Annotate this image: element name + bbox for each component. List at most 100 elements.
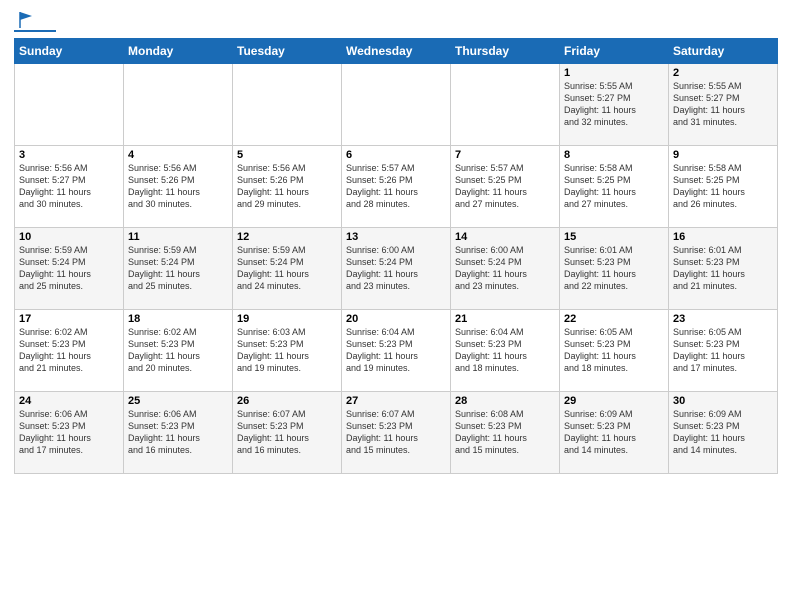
day-number: 3 — [19, 149, 119, 161]
day-number: 7 — [455, 149, 555, 161]
day-number: 17 — [19, 313, 119, 325]
logo — [14, 10, 56, 32]
calendar-cell: 18Sunrise: 6:02 AM Sunset: 5:23 PM Dayli… — [124, 310, 233, 392]
day-info: Sunrise: 6:04 AM Sunset: 5:23 PM Dayligh… — [346, 326, 446, 375]
day-info: Sunrise: 6:06 AM Sunset: 5:23 PM Dayligh… — [128, 408, 228, 457]
calendar-cell: 22Sunrise: 6:05 AM Sunset: 5:23 PM Dayli… — [560, 310, 669, 392]
week-row-3: 10Sunrise: 5:59 AM Sunset: 5:24 PM Dayli… — [15, 228, 778, 310]
calendar-cell: 6Sunrise: 5:57 AM Sunset: 5:26 PM Daylig… — [342, 146, 451, 228]
page-container: SundayMondayTuesdayWednesdayThursdayFrid… — [0, 0, 792, 482]
calendar-cell: 29Sunrise: 6:09 AM Sunset: 5:23 PM Dayli… — [560, 392, 669, 474]
weekday-header-friday: Friday — [560, 39, 669, 64]
weekday-header-monday: Monday — [124, 39, 233, 64]
day-info: Sunrise: 6:06 AM Sunset: 5:23 PM Dayligh… — [19, 408, 119, 457]
day-info: Sunrise: 6:09 AM Sunset: 5:23 PM Dayligh… — [673, 408, 773, 457]
day-number: 11 — [128, 231, 228, 243]
day-number: 28 — [455, 395, 555, 407]
day-number: 29 — [564, 395, 664, 407]
header — [14, 10, 778, 32]
calendar-cell: 27Sunrise: 6:07 AM Sunset: 5:23 PM Dayli… — [342, 392, 451, 474]
calendar-cell: 28Sunrise: 6:08 AM Sunset: 5:23 PM Dayli… — [451, 392, 560, 474]
day-info: Sunrise: 5:56 AM Sunset: 5:26 PM Dayligh… — [237, 162, 337, 211]
day-info: Sunrise: 5:55 AM Sunset: 5:27 PM Dayligh… — [564, 80, 664, 129]
calendar-cell: 19Sunrise: 6:03 AM Sunset: 5:23 PM Dayli… — [233, 310, 342, 392]
day-info: Sunrise: 6:02 AM Sunset: 5:23 PM Dayligh… — [19, 326, 119, 375]
calendar-cell: 12Sunrise: 5:59 AM Sunset: 5:24 PM Dayli… — [233, 228, 342, 310]
calendar-cell: 26Sunrise: 6:07 AM Sunset: 5:23 PM Dayli… — [233, 392, 342, 474]
week-row-2: 3Sunrise: 5:56 AM Sunset: 5:27 PM Daylig… — [15, 146, 778, 228]
day-number: 5 — [237, 149, 337, 161]
day-number: 30 — [673, 395, 773, 407]
week-row-1: 1Sunrise: 5:55 AM Sunset: 5:27 PM Daylig… — [15, 64, 778, 146]
week-row-4: 17Sunrise: 6:02 AM Sunset: 5:23 PM Dayli… — [15, 310, 778, 392]
day-info: Sunrise: 6:01 AM Sunset: 5:23 PM Dayligh… — [673, 244, 773, 293]
calendar-cell: 21Sunrise: 6:04 AM Sunset: 5:23 PM Dayli… — [451, 310, 560, 392]
day-info: Sunrise: 6:01 AM Sunset: 5:23 PM Dayligh… — [564, 244, 664, 293]
calendar-cell: 16Sunrise: 6:01 AM Sunset: 5:23 PM Dayli… — [669, 228, 778, 310]
weekday-header-saturday: Saturday — [669, 39, 778, 64]
logo-flag-icon — [16, 10, 34, 28]
day-number: 16 — [673, 231, 773, 243]
calendar-cell: 13Sunrise: 6:00 AM Sunset: 5:24 PM Dayli… — [342, 228, 451, 310]
weekday-header-row: SundayMondayTuesdayWednesdayThursdayFrid… — [15, 39, 778, 64]
calendar-table: SundayMondayTuesdayWednesdayThursdayFrid… — [14, 38, 778, 474]
day-number: 2 — [673, 67, 773, 79]
day-number: 10 — [19, 231, 119, 243]
calendar-cell: 9Sunrise: 5:58 AM Sunset: 5:25 PM Daylig… — [669, 146, 778, 228]
day-info: Sunrise: 6:09 AM Sunset: 5:23 PM Dayligh… — [564, 408, 664, 457]
calendar-cell: 25Sunrise: 6:06 AM Sunset: 5:23 PM Dayli… — [124, 392, 233, 474]
day-number: 24 — [19, 395, 119, 407]
day-info: Sunrise: 5:55 AM Sunset: 5:27 PM Dayligh… — [673, 80, 773, 129]
week-row-5: 24Sunrise: 6:06 AM Sunset: 5:23 PM Dayli… — [15, 392, 778, 474]
day-number: 8 — [564, 149, 664, 161]
day-number: 14 — [455, 231, 555, 243]
day-number: 20 — [346, 313, 446, 325]
day-info: Sunrise: 5:57 AM Sunset: 5:25 PM Dayligh… — [455, 162, 555, 211]
calendar-cell: 2Sunrise: 5:55 AM Sunset: 5:27 PM Daylig… — [669, 64, 778, 146]
day-number: 21 — [455, 313, 555, 325]
weekday-header-tuesday: Tuesday — [233, 39, 342, 64]
calendar-cell: 7Sunrise: 5:57 AM Sunset: 5:25 PM Daylig… — [451, 146, 560, 228]
day-number: 22 — [564, 313, 664, 325]
day-number: 19 — [237, 313, 337, 325]
day-number: 9 — [673, 149, 773, 161]
day-info: Sunrise: 6:05 AM Sunset: 5:23 PM Dayligh… — [564, 326, 664, 375]
day-info: Sunrise: 5:56 AM Sunset: 5:26 PM Dayligh… — [128, 162, 228, 211]
day-info: Sunrise: 5:58 AM Sunset: 5:25 PM Dayligh… — [673, 162, 773, 211]
calendar-cell: 3Sunrise: 5:56 AM Sunset: 5:27 PM Daylig… — [15, 146, 124, 228]
day-number: 18 — [128, 313, 228, 325]
day-number: 6 — [346, 149, 446, 161]
day-info: Sunrise: 6:07 AM Sunset: 5:23 PM Dayligh… — [237, 408, 337, 457]
day-info: Sunrise: 5:59 AM Sunset: 5:24 PM Dayligh… — [128, 244, 228, 293]
day-number: 25 — [128, 395, 228, 407]
day-info: Sunrise: 5:59 AM Sunset: 5:24 PM Dayligh… — [237, 244, 337, 293]
calendar-cell: 30Sunrise: 6:09 AM Sunset: 5:23 PM Dayli… — [669, 392, 778, 474]
day-info: Sunrise: 5:59 AM Sunset: 5:24 PM Dayligh… — [19, 244, 119, 293]
day-number: 1 — [564, 67, 664, 79]
calendar-cell — [342, 64, 451, 146]
day-number: 12 — [237, 231, 337, 243]
day-info: Sunrise: 6:00 AM Sunset: 5:24 PM Dayligh… — [455, 244, 555, 293]
day-number: 23 — [673, 313, 773, 325]
day-info: Sunrise: 6:05 AM Sunset: 5:23 PM Dayligh… — [673, 326, 773, 375]
calendar-cell: 5Sunrise: 5:56 AM Sunset: 5:26 PM Daylig… — [233, 146, 342, 228]
calendar-cell: 23Sunrise: 6:05 AM Sunset: 5:23 PM Dayli… — [669, 310, 778, 392]
day-number: 4 — [128, 149, 228, 161]
calendar-cell: 24Sunrise: 6:06 AM Sunset: 5:23 PM Dayli… — [15, 392, 124, 474]
calendar-cell — [15, 64, 124, 146]
calendar-cell — [451, 64, 560, 146]
day-info: Sunrise: 6:08 AM Sunset: 5:23 PM Dayligh… — [455, 408, 555, 457]
day-number: 13 — [346, 231, 446, 243]
day-info: Sunrise: 6:04 AM Sunset: 5:23 PM Dayligh… — [455, 326, 555, 375]
day-number: 26 — [237, 395, 337, 407]
calendar-cell: 10Sunrise: 5:59 AM Sunset: 5:24 PM Dayli… — [15, 228, 124, 310]
calendar-cell: 11Sunrise: 5:59 AM Sunset: 5:24 PM Dayli… — [124, 228, 233, 310]
day-info: Sunrise: 6:02 AM Sunset: 5:23 PM Dayligh… — [128, 326, 228, 375]
day-number: 27 — [346, 395, 446, 407]
weekday-header-wednesday: Wednesday — [342, 39, 451, 64]
day-info: Sunrise: 5:56 AM Sunset: 5:27 PM Dayligh… — [19, 162, 119, 211]
day-info: Sunrise: 5:57 AM Sunset: 5:26 PM Dayligh… — [346, 162, 446, 211]
calendar-cell: 15Sunrise: 6:01 AM Sunset: 5:23 PM Dayli… — [560, 228, 669, 310]
calendar-cell: 17Sunrise: 6:02 AM Sunset: 5:23 PM Dayli… — [15, 310, 124, 392]
day-info: Sunrise: 6:03 AM Sunset: 5:23 PM Dayligh… — [237, 326, 337, 375]
